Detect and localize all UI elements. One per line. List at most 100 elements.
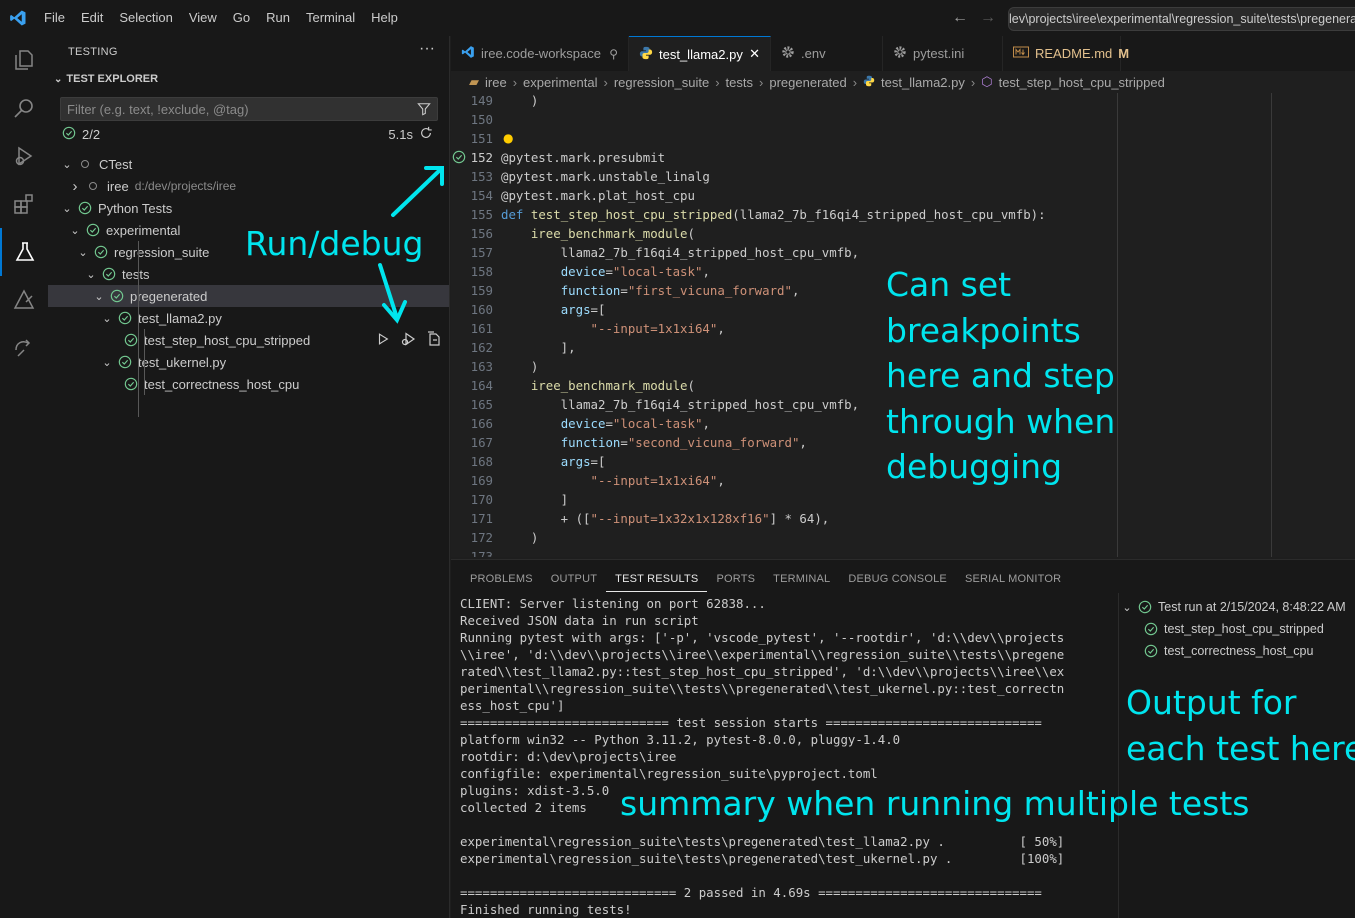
panel-tab[interactable]: PORTS [707, 572, 764, 592]
menu-item[interactable]: Terminal [298, 0, 363, 36]
line-number[interactable]: 154 [451, 186, 493, 205]
line-number[interactable]: 155 [451, 205, 493, 224]
editor-tab[interactable]: pytest.ini [883, 36, 1003, 71]
panel-tab[interactable]: TEST RESULTS [606, 572, 708, 592]
extensions-icon[interactable] [0, 180, 48, 228]
filter-icon[interactable] [417, 102, 431, 119]
chevron-down-icon[interactable]: ⌄ [68, 224, 82, 237]
test-result-label: test_step_host_cpu_stripped [1164, 622, 1324, 636]
line-number[interactable]: 160 [451, 300, 493, 319]
share-icon[interactable] [0, 324, 48, 372]
refresh-icon[interactable] [419, 126, 433, 143]
chevron-down-icon[interactable]: ⌄ [100, 312, 114, 325]
line-number[interactable]: 153 [451, 167, 493, 186]
tree-item[interactable]: › iree d:/dev/projects/iree [48, 175, 449, 197]
test-output[interactable]: CLIENT: Server listening on port 62838..… [460, 595, 1100, 918]
line-number[interactable]: 151 [451, 129, 493, 148]
menu-item[interactable]: Help [363, 0, 406, 36]
menu-item[interactable]: Run [258, 0, 298, 36]
test-run-entry[interactable]: ⌄ Test run at 2/15/2024, 8:48:22 AM [1120, 596, 1355, 618]
chevron-down-icon[interactable]: ⌄ [84, 268, 98, 281]
testing-icon[interactable] [0, 228, 48, 276]
chevron-right-icon: › [512, 74, 518, 90]
line-number[interactable]: 156 [451, 224, 493, 243]
tree-item[interactable]: ⌄ test_llama2.py [48, 307, 449, 329]
line-number[interactable]: 149 [451, 93, 493, 110]
line-number[interactable]: 162 [451, 338, 493, 357]
line-number[interactable]: 158 [451, 262, 493, 281]
debug-test-icon[interactable] [400, 331, 416, 350]
line-number[interactable]: 172 [451, 528, 493, 547]
line-number[interactable]: 165 [451, 395, 493, 414]
panel-tab[interactable]: OUTPUT [542, 572, 606, 592]
code-text: iree_benchmark_module( [530, 378, 695, 393]
line-number[interactable]: 159 [451, 281, 493, 300]
line-number[interactable]: 164 [451, 376, 493, 395]
line-number[interactable]: 150 [451, 110, 493, 129]
editor-tab[interactable]: test_llama2.py ✕ [629, 36, 771, 71]
test-result-item[interactable]: test_step_host_cpu_stripped [1120, 618, 1355, 640]
breadcrumb-item[interactable]: regression_suite [614, 75, 709, 90]
chevron-right-icon[interactable]: › [68, 178, 82, 195]
chevron-down-icon[interactable]: ⌄ [100, 356, 114, 369]
line-number[interactable]: 163 [451, 357, 493, 376]
close-icon[interactable]: ✕ [749, 46, 760, 62]
menu-item[interactable]: View [181, 0, 225, 36]
editor-tab[interactable]: README.md M [1003, 36, 1129, 71]
panel-tab[interactable]: DEBUG CONSOLE [839, 572, 956, 592]
line-number[interactable]: 171 [451, 509, 493, 528]
run-debug-icon[interactable] [0, 132, 48, 180]
test-explorer-header[interactable]: ⌄ TEST EXPLORER [54, 73, 158, 85]
editor-tab[interactable]: iree.code-workspace ⚲ [451, 36, 629, 71]
tree-item[interactable]: test_step_host_cpu_stripped [48, 329, 449, 351]
line-number[interactable]: 170 [451, 490, 493, 509]
menu-item[interactable]: File [36, 0, 73, 36]
back-arrow-icon[interactable]: ← [952, 9, 968, 27]
line-number[interactable]: 168 [451, 452, 493, 471]
panel-tab[interactable]: SERIAL MONITOR [956, 572, 1070, 592]
chevron-down-icon[interactable]: ⌄ [92, 290, 106, 303]
annotation-line: Output for [1126, 683, 1297, 722]
panel-tab[interactable]: TERMINAL [764, 572, 839, 592]
line-number[interactable]: 169 [451, 471, 493, 490]
explorer-icon[interactable] [0, 36, 48, 84]
command-center[interactable]: lev\projects\iree\experimental\regressio… [1008, 7, 1355, 31]
remote-icon[interactable] [0, 276, 48, 324]
breadcrumb-item[interactable]: tests [726, 75, 753, 90]
chevron-down-icon[interactable]: ⌄ [76, 246, 90, 259]
breadcrumb-item[interactable]: iree [485, 75, 507, 90]
tree-item[interactable]: ⌄ pregenerated [48, 285, 449, 307]
forward-arrow-icon[interactable]: → [980, 9, 996, 27]
tree-item[interactable]: ⌄ tests [48, 263, 449, 285]
tree-item[interactable]: ⌄ Python Tests [48, 197, 449, 219]
editor-tab[interactable]: .env [771, 36, 883, 71]
line-number[interactable]: 161 [451, 319, 493, 338]
panel-tab[interactable]: PROBLEMS [461, 572, 542, 592]
breadcrumb-item[interactable]: test_step_host_cpu_stripped [999, 75, 1165, 90]
python-icon [863, 75, 875, 90]
line-number[interactable]: 166 [451, 414, 493, 433]
test-filter-input[interactable] [61, 98, 437, 120]
tree-item[interactable]: test_correctness_host_cpu [48, 373, 449, 395]
breadcrumb-item[interactable]: pregenerated [769, 75, 846, 90]
go-to-test-icon[interactable] [426, 330, 442, 350]
test-result-item[interactable]: test_correctness_host_cpu [1120, 640, 1355, 662]
line-number[interactable]: 157 [451, 243, 493, 262]
breadcrumb-item[interactable]: test_llama2.py [881, 75, 965, 90]
line-number[interactable]: 167 [451, 433, 493, 452]
chevron-down-icon[interactable]: ⌄ [60, 158, 74, 171]
tree-item[interactable]: ⌄ CTest [48, 153, 449, 175]
menu-item[interactable]: Edit [73, 0, 111, 36]
run-test-icon[interactable] [376, 332, 390, 349]
line-number[interactable]: 173 [451, 547, 493, 557]
menu-item[interactable]: Go [225, 0, 258, 36]
more-actions-icon[interactable]: ··· [419, 40, 435, 58]
tree-item[interactable]: ⌄ test_ukernel.py [48, 351, 449, 373]
breadcrumb-item[interactable]: experimental [523, 75, 597, 90]
chevron-down-icon[interactable]: ⌄ [60, 202, 74, 215]
lightbulb-icon[interactable]: ● [503, 129, 513, 148]
test-duration: 5.1s [388, 126, 433, 143]
menu-item[interactable]: Selection [111, 0, 180, 36]
pin-icon[interactable]: ⚲ [609, 47, 618, 61]
search-icon[interactable] [0, 84, 48, 132]
